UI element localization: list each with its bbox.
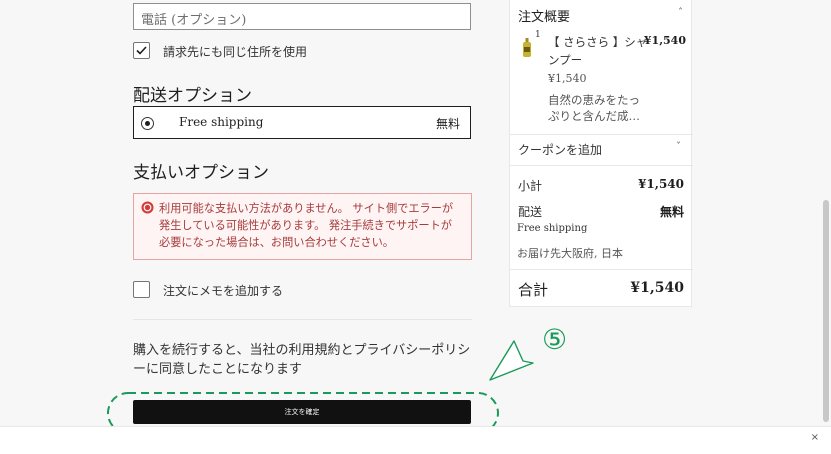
error-line-2: 発生している可能性があります。 発注手続きでサポートが (159, 219, 452, 232)
item-name-line-2: ンプー (548, 53, 583, 67)
summary-divider (510, 134, 693, 135)
annotation-overlay (107, 340, 534, 434)
order-summary: 注文概要 ˆ 1 【 さらさら 】シャ ンプー ¥1,540 ¥1,540 自然… (509, 0, 693, 307)
phone-field[interactable] (133, 3, 471, 30)
shipping-radio[interactable] (141, 117, 154, 130)
add-note-label: 注文にメモを追加する (163, 284, 284, 298)
ship-to: お届け先大阪府, 日本 (517, 247, 623, 260)
subtotal-label: 小計 (518, 179, 543, 193)
add-note-checkbox[interactable] (133, 281, 150, 298)
shipping-option-label: Free shipping (179, 115, 264, 129)
coupon-toggle[interactable]: クーポンを追加 (518, 141, 602, 158)
item-quantity-badge: 1 (535, 30, 541, 40)
total-label: 合計 (518, 281, 549, 299)
shipping-summary-value: 無料 (659, 205, 684, 219)
payment-error-notice: 利用可能な支払い方法がありません。 サイト側でエラーが 発生している可能性があり… (133, 193, 472, 260)
same-address-label: 請求先にも同じ住所を使用 (163, 45, 308, 59)
bottom-bar: × (0, 426, 831, 454)
summary-divider (510, 165, 693, 166)
shipping-method: Free shipping (517, 223, 588, 234)
total-value: ¥1,540 (630, 280, 684, 296)
item-name-line-1: 【 さらさら 】シャ (548, 35, 648, 49)
coupon-chevron-down-icon[interactable]: ˇ (676, 142, 681, 153)
annotation-step-number: ⑤ (542, 323, 568, 356)
product-thumbnail-icon (523, 38, 531, 57)
error-icon (141, 201, 154, 214)
shipping-summary-label: 配送 (518, 205, 543, 219)
summary-collapse-chevron-icon[interactable]: ˆ (678, 8, 683, 19)
checkmark-icon (136, 46, 147, 55)
summary-divider (510, 269, 693, 270)
item-desc-line-1: 自然の恵みをたっ (548, 93, 640, 107)
page-scrollbar[interactable] (823, 200, 829, 422)
phone-input[interactable] (134, 4, 470, 29)
subtotal-value: ¥1,540 (638, 177, 684, 191)
error-line-1: 利用可能な支払い方法がありません。 サイト側でエラーが (159, 202, 454, 215)
item-price: ¥1,540 (643, 34, 686, 47)
close-icon[interactable]: × (811, 432, 819, 443)
error-line-3: 必要になった場合は、お問い合わせください。 (159, 236, 394, 249)
summary-title: 注文概要 (518, 10, 571, 25)
summary-line-item: 1 【 さらさら 】シャ ンプー ¥1,540 ¥1,540 自然の恵みをたっ … (510, 28, 693, 132)
shipping-heading: 配送オプション (133, 86, 252, 106)
shipping-option[interactable]: Free shipping 無料 (133, 106, 471, 139)
payment-heading: 支払いオプション (133, 163, 269, 183)
shipping-option-price: 無料 (435, 117, 460, 131)
item-desc-line-2: ぷりと含んだ成… (548, 109, 640, 123)
annotation-arrow-icon (489, 340, 534, 381)
divider (133, 319, 472, 320)
item-unit-price: ¥1,540 (548, 72, 587, 85)
same-address-checkbox[interactable] (133, 42, 150, 59)
